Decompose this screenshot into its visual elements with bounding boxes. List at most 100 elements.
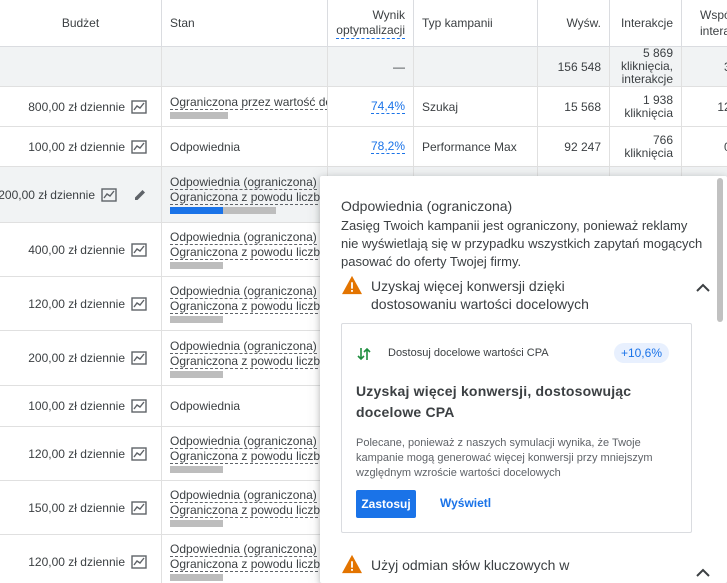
budget-cell[interactable]: 120,00 zł dziennie (0, 277, 162, 330)
section-keyword-variants[interactable]: Użyj odmian słów kluczowych w (341, 554, 711, 577)
header-impr-label: Wyśw. (566, 16, 601, 30)
budget-cell[interactable]: 120,00 zł dziennie (0, 535, 162, 583)
status-label[interactable]: Odpowiednia (ograniczona) (170, 230, 317, 245)
budget-cell[interactable]: 100,00 zł dziennie (0, 386, 162, 426)
opt-score[interactable]: 74,4% (370, 99, 405, 114)
status-cell[interactable]: Odpowiednia (162, 386, 328, 426)
header-optimization-score[interactable]: Wynik optymalizacji (328, 0, 414, 47)
status-reason[interactable]: Ograniczona z powodu liczby w (170, 354, 327, 369)
status-cell[interactable]: Ograniczona przez wartość doc (162, 87, 328, 126)
interactions-value: 1 938 (642, 92, 673, 107)
table-row[interactable]: 800,00 zł dziennie Ograniczona przez wart… (0, 87, 727, 127)
header-impressions[interactable]: Wyśw. (538, 0, 610, 47)
section-adjust-targets[interactable]: Uzyskaj więcej konwersji dzięki dostosow… (341, 275, 711, 313)
chart-icon[interactable] (131, 554, 147, 569)
budget-value: 400,00 zł dziennie (28, 242, 125, 257)
popup-scroll-track[interactable] (715, 176, 727, 583)
interaction-rate-cell: 12, (717, 99, 727, 114)
impressions-cell: 92 247 (538, 127, 610, 166)
status-reason[interactable]: Ograniczona z powodu liczby w (170, 449, 327, 464)
interaction-rate-cell: 0, (682, 127, 727, 166)
budget-cell[interactable]: 800,00 zł dziennie (0, 87, 162, 126)
popup-scrollbar[interactable] (717, 178, 723, 322)
status-reason[interactable]: Ograniczona z powodu liczby w (170, 245, 327, 260)
status-label: Odpowiednia (170, 399, 241, 413)
status-cell[interactable]: Odpowiednia (162, 127, 328, 166)
budget-value: 200,00 zł dziennie (0, 187, 95, 202)
chart-icon[interactable] (101, 187, 117, 202)
chart-icon[interactable] (131, 351, 147, 365)
chart-icon[interactable] (131, 242, 147, 257)
interactions-value: 766 (652, 132, 673, 147)
status-bar (170, 316, 223, 323)
opt-score-cell[interactable]: 78,2% (328, 127, 414, 166)
status-bar-fill (170, 207, 223, 214)
budget-cell[interactable]: 100,00 zł dziennie (0, 127, 162, 166)
status-bar (170, 370, 223, 378)
header-campaign-type[interactable]: Typ kampanii (414, 0, 538, 47)
apply-button[interactable]: Zastosuj (356, 490, 416, 518)
header-interactions[interactable]: Interakcje (610, 0, 682, 47)
section-adjust-targets-title: Uzyskaj więcej konwersji dzięki dostosow… (371, 278, 589, 312)
header-budget[interactable]: Budżet (0, 0, 162, 47)
chevron-up-icon[interactable] (695, 568, 711, 578)
table-row[interactable]: 100,00 zł dziennie Odpowiednia 78,2% Perfor… (0, 127, 727, 167)
header-status[interactable]: Stan (162, 0, 328, 47)
total-inter: 5 869 kliknięcia, interakcje (610, 47, 682, 86)
status-label[interactable]: Ograniczona przez wartość doc (170, 95, 327, 110)
status-label[interactable]: Odpowiednia (ograniczona) (170, 339, 317, 354)
status-cell[interactable]: Odpowiednia (ograniczona) Ograniczona z p… (162, 277, 328, 330)
view-button[interactable]: Wyświetl (440, 496, 491, 510)
warning-icon (342, 275, 362, 295)
opt-score-cell[interactable]: 74,4% (328, 87, 414, 126)
status-label[interactable]: Odpowiednia (ograniczona) (170, 488, 317, 503)
chevron-up-icon[interactable] (695, 283, 711, 293)
status-label[interactable]: Odpowiednia (ograniczona) (170, 175, 317, 190)
header-opt-line2: optymalizacji (336, 23, 405, 39)
chart-icon[interactable] (131, 296, 147, 311)
status-reason[interactable]: Ograniczona z powodu liczby w (170, 299, 327, 314)
card-body: Polecane, ponieważ z naszych symulacji w… (356, 437, 653, 479)
opt-score[interactable]: 78,2% (370, 139, 405, 154)
adjust-arrows-icon (357, 347, 371, 361)
status-label[interactable]: Odpowiednia (ograniczona) (170, 284, 317, 299)
popup-description: Zasięg Twoich kampanii jest ograniczony,… (341, 218, 703, 269)
uplift-badge: +10,6% (613, 343, 669, 363)
status-label: Odpowiednia (170, 139, 241, 154)
budget-cell[interactable]: 400,00 zł dziennie (0, 223, 162, 276)
budget-cell[interactable]: 200,00 zł dziennie (0, 167, 162, 222)
chart-icon[interactable] (131, 139, 147, 154)
header-inter-label: Interakcje (620, 16, 673, 30)
chart-icon[interactable] (131, 99, 147, 114)
status-cell[interactable]: Odpowiednia (ograniczona) Ograniczona z p… (162, 427, 328, 480)
status-label[interactable]: Odpowiednia (ograniczona) (170, 434, 317, 449)
status-bar (170, 574, 223, 581)
interactions-unit: kliknięcia (624, 105, 673, 120)
status-cell[interactable]: Odpowiednia (ograniczona) Ograniczona z p… (162, 223, 328, 276)
status-cell[interactable]: Odpowiednia (ograniczona) Ograniczona z p… (162, 481, 328, 534)
header-interaction-rate[interactable]: Współ intera (682, 0, 727, 47)
status-reason[interactable]: Ograniczona z powodu liczby w (170, 557, 327, 572)
status-cell[interactable]: Odpowiednia (ograniczona) Ograniczona z p… (162, 167, 328, 222)
interactions-unit: kliknięcia (624, 145, 673, 160)
budget-value: 100,00 zł dziennie (28, 399, 125, 413)
chart-icon[interactable] (131, 500, 147, 515)
section-keyword-variants-title: Użyj odmian słów kluczowych w (371, 557, 570, 573)
status-cell[interactable]: Odpowiednia (ograniczona) Ograniczona z p… (162, 331, 328, 385)
total-coef: 3, (682, 47, 727, 86)
status-label[interactable]: Odpowiednia (ograniczona) (170, 542, 317, 557)
budget-cell[interactable]: 120,00 zł dziennie (0, 427, 162, 480)
interactions-cell: 766 kliknięcia (610, 127, 682, 166)
status-cell[interactable]: Odpowiednia (ograniczona) Ograniczona z p… (162, 535, 328, 583)
status-reason[interactable]: Ograniczona z powodu liczby w (170, 503, 327, 518)
interactions-cell: 1 938 kliknięcia (610, 87, 682, 126)
total-type (414, 47, 538, 86)
card-heading: Uzyskaj więcej konwersji, dostosowując d… (356, 383, 632, 420)
budget-cell[interactable]: 150,00 zł dziennie (0, 481, 162, 534)
status-bar (170, 262, 223, 269)
chart-icon[interactable] (131, 446, 147, 461)
budget-cell[interactable]: 200,00 zł dziennie (0, 331, 162, 385)
status-reason[interactable]: Ograniczona z powodu liczby w (170, 190, 327, 205)
chart-icon[interactable] (131, 399, 147, 413)
pencil-icon[interactable] (133, 188, 147, 202)
